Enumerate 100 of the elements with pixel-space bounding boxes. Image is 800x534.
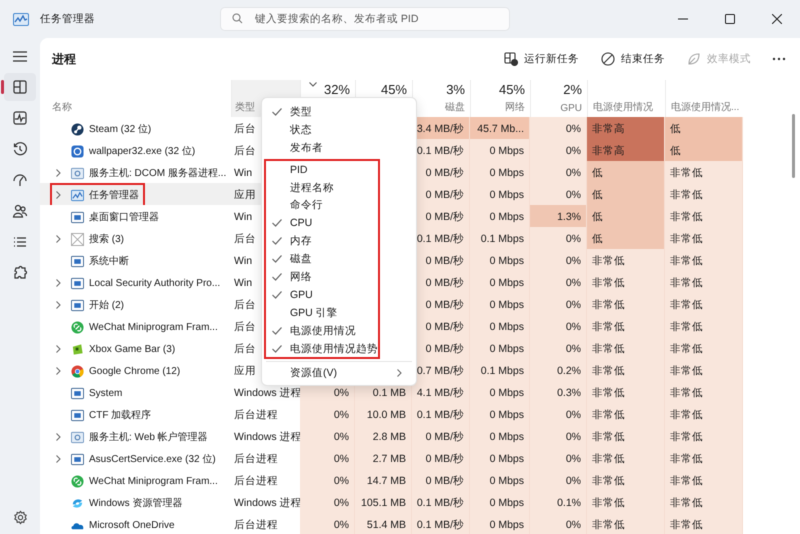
table-cell: 0 Mbps [470, 161, 530, 185]
process-type: Windows 进程 [234, 430, 302, 444]
column-header[interactable]: 网络 [505, 100, 525, 114]
table-cell: 非常低 [665, 315, 743, 339]
usage-percent: 32% [324, 82, 350, 97]
table-cell: 非常高 [587, 139, 665, 163]
column-header[interactable]: 名称 [52, 100, 72, 114]
processes-icon [12, 79, 28, 95]
table-cell: 低 [587, 183, 665, 207]
table-cell: 非常低 [587, 337, 665, 361]
table-cell: 0% [530, 227, 587, 251]
column-header[interactable]: GPU [560, 103, 582, 114]
scrollbar[interactable] [792, 114, 795, 178]
process-type: Win [234, 167, 252, 179]
table-cell: 非常低 [665, 249, 743, 273]
menu-item[interactable]: GPU [290, 288, 313, 301]
table-cell: 2.7 MB [355, 447, 412, 471]
process-name: CTF 加载程序 [89, 408, 152, 422]
expand-icon[interactable] [56, 301, 61, 309]
menu-item[interactable]: CPU [290, 217, 312, 230]
search-field[interactable]: 键入要搜索的名称、发布者或 PID [220, 7, 510, 31]
table-cell: 0% [530, 425, 587, 449]
column-header[interactable]: 磁盘 [445, 100, 465, 114]
table-cell: 低 [587, 161, 665, 185]
table-cell: 0% [530, 161, 587, 185]
expand-icon[interactable] [56, 235, 61, 243]
ring-logo-icon [71, 364, 84, 378]
table-cell: 非常低 [587, 381, 665, 405]
menu-item[interactable]: 电源使用情况 [290, 324, 356, 338]
table-cell: 非常高 [587, 117, 665, 141]
settings-icon [12, 510, 28, 524]
gear-window-icon [71, 430, 84, 444]
expand-icon[interactable] [56, 169, 61, 177]
page-title: 进程 [52, 50, 76, 68]
table-cell: 0 Mbps [470, 469, 530, 493]
expand-icon[interactable] [56, 367, 61, 375]
table-cell: 0 Mbps [470, 183, 530, 207]
column-header[interactable]: 类型 [235, 100, 255, 114]
table-cell: 非常低 [587, 491, 665, 515]
menu-item[interactable]: 进程名称 [290, 180, 334, 194]
table-cell: 0% [530, 117, 587, 141]
table-cell: 0.3% [530, 381, 587, 405]
table-cell: 0 Mbps [470, 403, 530, 427]
table-cell: 2.8 MB [355, 425, 412, 449]
table-cell: 0 Mbps [470, 337, 530, 361]
link-circle-icon [71, 474, 84, 488]
process-name: 系统中断 [89, 254, 129, 268]
photo-app-icon [71, 144, 84, 158]
process-type: 应用 [234, 188, 256, 202]
expand-icon[interactable] [56, 279, 61, 287]
menu-item[interactable]: 内存 [290, 234, 312, 248]
menu-item[interactable]: 磁盘 [290, 252, 312, 266]
expand-icon[interactable] [56, 455, 61, 463]
window-icon [71, 210, 84, 224]
table-cell: 非常低 [587, 513, 665, 534]
name-cell[interactable]: 任务管理器 [40, 183, 231, 207]
table-cell: 非常低 [665, 447, 743, 471]
menu-item[interactable]: 命令行 [290, 198, 323, 212]
table-cell: 非常低 [587, 315, 665, 339]
table-cell: 非常低 [587, 249, 665, 273]
run-button[interactable]: 运行新任务 [495, 48, 588, 70]
table-cell: 0% [530, 315, 587, 339]
table-cell: 0 Mbps [470, 513, 530, 534]
menu-item[interactable]: GPU 引擎 [290, 306, 338, 320]
puzzle-icon [12, 265, 28, 281]
menu-item[interactable]: 网络 [290, 270, 312, 284]
disc-icon [71, 122, 84, 136]
table-cell: 0 Mbps [470, 249, 530, 273]
menu-item[interactable]: PID [290, 164, 308, 176]
column-header[interactable]: 电源使用情况 [593, 100, 653, 114]
end-button[interactable]: 结束任务 [592, 48, 674, 70]
process-type: 后台进程 [234, 452, 278, 466]
processes-tab[interactable] [4, 73, 36, 101]
table-cell: 0.1 Mbps [470, 227, 530, 251]
table-cell: 非常低 [665, 205, 743, 229]
window-icon [71, 452, 84, 466]
menu-item[interactable]: 状态 [290, 122, 312, 137]
expand-icon[interactable] [56, 433, 61, 441]
process-type: 后台 [234, 144, 256, 158]
expand-icon[interactable] [56, 345, 61, 353]
submenu-item[interactable]: 资源值(V) [266, 364, 412, 382]
table-cell: 0 Mbps [470, 205, 530, 229]
menu-item[interactable]: 发布者 [290, 140, 323, 155]
link-circle-icon [71, 320, 84, 334]
menu-item[interactable]: 电源使用情况趋势 [290, 342, 378, 356]
process-name: 服务主机: DCOM 服务器进程... [89, 166, 226, 180]
table-cell: 0 MB/秒 [412, 469, 470, 493]
window-title: 任务管理器 [40, 12, 96, 26]
usage-percent: 3% [446, 82, 465, 97]
table-cell: 低 [587, 227, 665, 251]
table-cell: 105.1 MB [355, 491, 412, 515]
gauge-icon [12, 172, 28, 188]
column-header[interactable]: 电源使用情况... [671, 100, 740, 114]
table-cell: 0% [300, 491, 355, 515]
menu-item[interactable]: 类型 [290, 104, 312, 119]
table-cell: 0 MB/秒 [412, 425, 470, 449]
expand-icon[interactable] [56, 191, 61, 199]
table-cell: 0% [530, 337, 587, 361]
table-cell: 0 Mbps [470, 271, 530, 295]
table-cell: 非常低 [665, 491, 743, 515]
